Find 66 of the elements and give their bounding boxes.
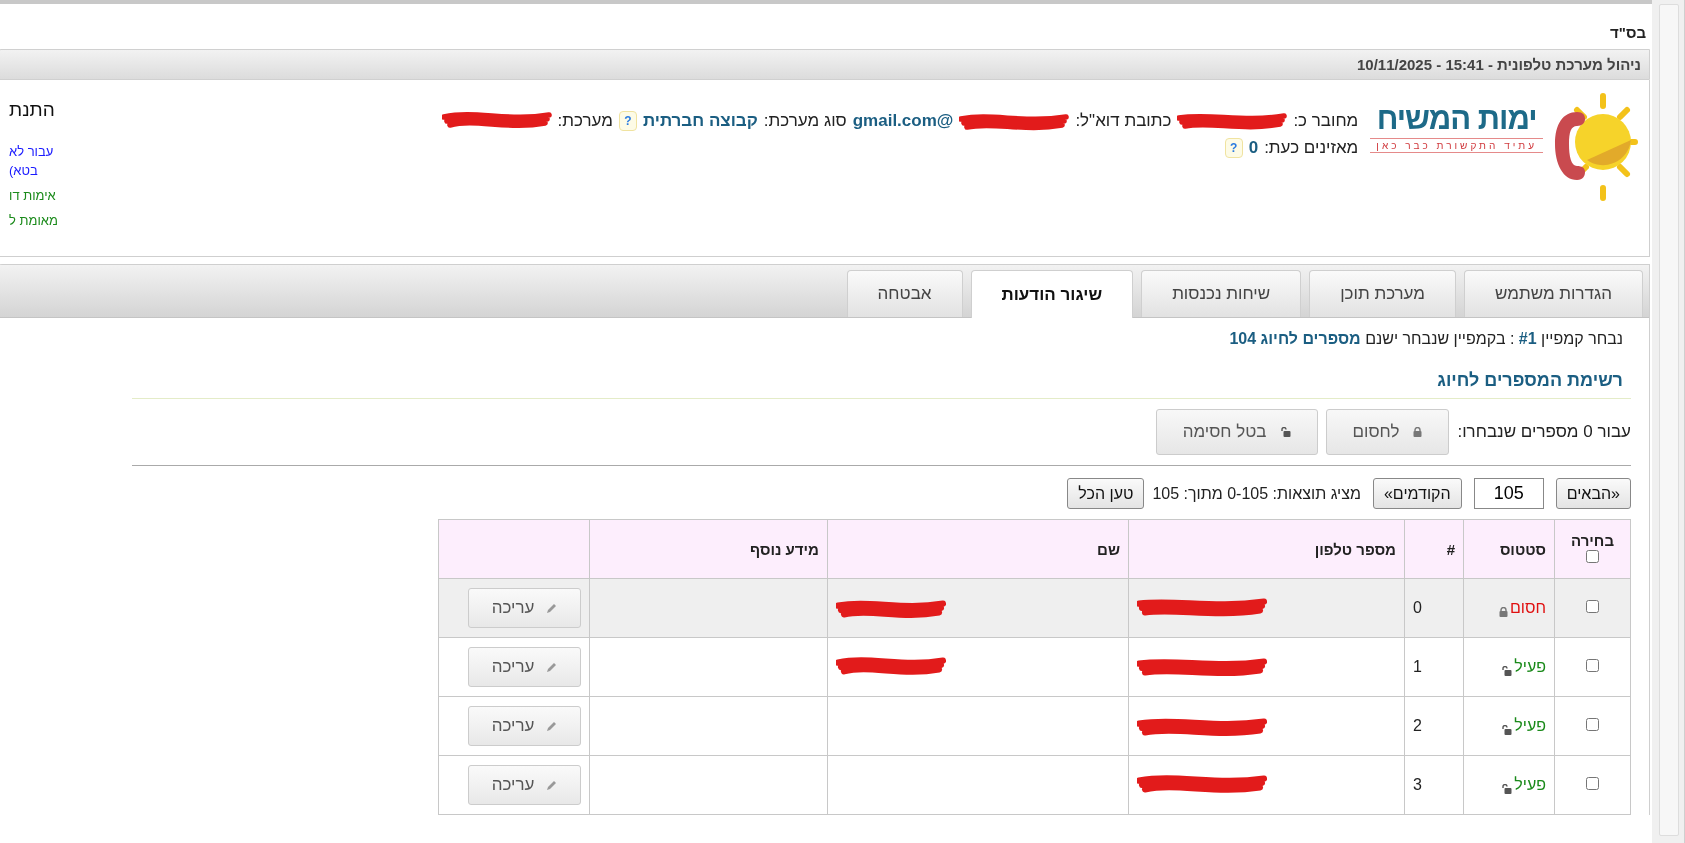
- bulk-actions-label: עבור 0 מספרים שנבחרו:: [1457, 422, 1631, 442]
- pencil-icon: [546, 661, 558, 673]
- pencil-icon: [546, 602, 558, 614]
- row-checkbox[interactable]: [1586, 777, 1599, 790]
- pencil-icon: [546, 720, 558, 732]
- switch-link[interactable]: בטא): [9, 161, 38, 181]
- field-value: 0: [1248, 137, 1259, 160]
- verification-status: מאומת ל: [9, 211, 58, 230]
- switch-link[interactable]: עבור לא: [9, 143, 54, 162]
- field-value: קבוצה חברתית: [642, 110, 758, 132]
- side-heading: התנת: [9, 99, 55, 121]
- column-header: #: [1404, 519, 1464, 579]
- status-text: פעיל: [1514, 776, 1546, 794]
- row-number: 1: [1413, 658, 1422, 675]
- status-text: פעיל: [1514, 658, 1546, 676]
- status-text: פעיל: [1514, 717, 1546, 735]
- tab[interactable]: אבטחה: [846, 270, 963, 317]
- field-label: סוג מערכת:: [763, 110, 847, 132]
- next-button[interactable]: «הבאים: [1555, 478, 1631, 509]
- tab[interactable]: מערכת תוכן: [1309, 270, 1457, 317]
- status-text: חסום: [1509, 599, 1546, 617]
- row-number: 0: [1413, 599, 1422, 616]
- lock-icon: [1413, 427, 1423, 437]
- field-value: @gmail.com: [852, 110, 954, 132]
- title-bar: ניהול מערכת טלפונית - 15:41 - 10/11/2025: [0, 49, 1650, 80]
- load-all-button[interactable]: טען הכל: [1067, 478, 1145, 509]
- help-button[interactable]: ?: [1224, 137, 1243, 158]
- lock-icon: [1498, 607, 1508, 617]
- logo-tagline: עתיד התקשורת כבר כאן: [1370, 138, 1543, 154]
- column-header: מספר טלפון: [1128, 519, 1405, 579]
- column-header: סטטוס: [1463, 519, 1555, 579]
- edit-button[interactable]: עריכה: [468, 588, 581, 628]
- unlocked-lock-icon: [1502, 666, 1513, 676]
- block-button[interactable]: לחסום: [1325, 409, 1450, 455]
- page-size-field[interactable]: 105: [1473, 478, 1544, 509]
- pencil-icon: [546, 779, 558, 791]
- row-checkbox[interactable]: [1586, 659, 1599, 672]
- unlocked-lock-icon: [1280, 427, 1291, 437]
- column-header: שם: [827, 519, 1129, 579]
- unlocked-lock-icon: [1502, 725, 1513, 735]
- results-summary: מציג תוצאות: 0-105 מתוך: 105: [1152, 484, 1361, 503]
- tab[interactable]: שיחות נכנסות: [1141, 270, 1302, 317]
- row-number: 2: [1413, 717, 1422, 734]
- field-label: מאזינים כעת:: [1264, 137, 1359, 160]
- help-button[interactable]: ?: [618, 110, 637, 131]
- edit-button[interactable]: עריכה: [468, 765, 581, 805]
- column-header: בחירה: [1554, 519, 1631, 579]
- previous-button[interactable]: הקודמים»: [1372, 478, 1462, 509]
- row-checkbox[interactable]: [1586, 718, 1599, 731]
- verification-status: אימות דו: [9, 186, 56, 205]
- header-mark: בס"ד: [1609, 23, 1647, 43]
- field-label: מחובר כ:: [1293, 110, 1359, 132]
- logo-name: ימות המשיח: [1376, 102, 1537, 137]
- tab[interactable]: שיגור הודעות: [970, 270, 1134, 318]
- edit-button[interactable]: עריכה: [468, 706, 581, 746]
- unlocked-lock-icon: [1502, 784, 1513, 794]
- select-all-checkbox[interactable]: [1586, 550, 1599, 563]
- column-header: מידע נוסף: [589, 519, 828, 579]
- field-label: כתובת דוא"ל:: [1075, 110, 1172, 132]
- edit-button[interactable]: עריכה: [468, 647, 581, 687]
- row-checkbox[interactable]: [1586, 600, 1599, 613]
- unblock-button[interactable]: בטל חסימה: [1155, 409, 1318, 455]
- row-number: 3: [1413, 776, 1422, 793]
- tab[interactable]: הגדרות משתמש: [1464, 270, 1643, 317]
- field-label: מערכת:: [557, 110, 613, 132]
- section-title: רשימת המספרים לחיוג: [132, 348, 1631, 399]
